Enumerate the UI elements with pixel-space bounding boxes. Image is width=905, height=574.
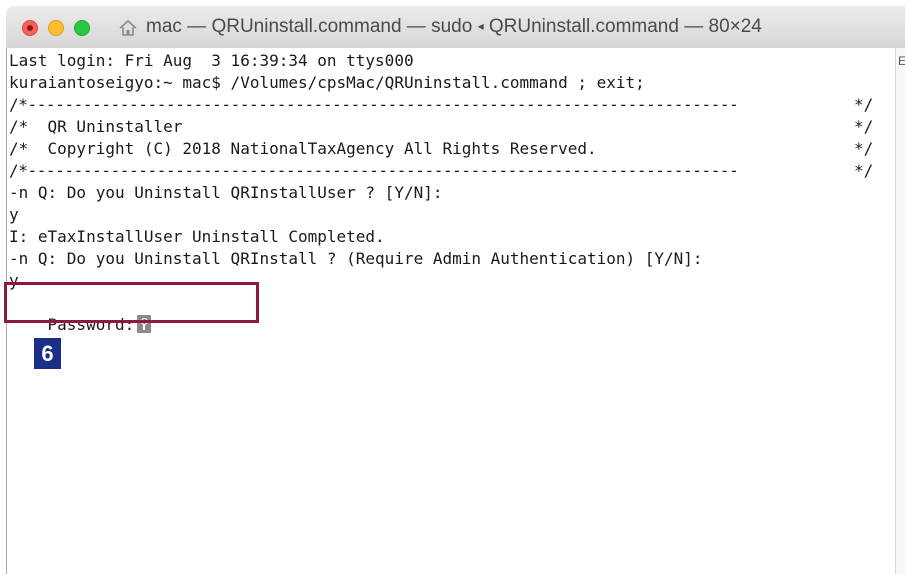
step-number-badge: 6 bbox=[34, 338, 61, 369]
banner-right-border-top: */ bbox=[854, 95, 874, 114]
scrollbar-mark: E bbox=[898, 54, 905, 68]
zoom-window-button[interactable] bbox=[74, 20, 90, 36]
password-highlight-box bbox=[4, 282, 259, 323]
banner-right-border-bottom: */ bbox=[854, 161, 874, 180]
banner-right-border-title: */ bbox=[854, 117, 874, 136]
window-title: mac — QRUninstall.command — sudo ◂ QRUni… bbox=[146, 16, 762, 38]
home-icon bbox=[119, 19, 137, 36]
minimize-window-button[interactable] bbox=[48, 20, 64, 36]
title-separator: ◂ bbox=[477, 19, 484, 33]
terminal-line-answer-1: y bbox=[9, 205, 19, 224]
title-bar[interactable]: mac — QRUninstall.command — sudo ◂ QRUni… bbox=[6, 6, 905, 49]
terminal-line-question-2: -n Q: Do you Uninstall QRInstall ? (Requ… bbox=[9, 249, 703, 268]
terminal-line-banner-bottom: /*--------------------------------------… bbox=[9, 161, 739, 180]
window-title-suffix: QRUninstall.command — 80×24 bbox=[488, 16, 762, 37]
terminal-line-command: kuraiantoseigyo:~ mac$ /Volumes/cpsMac/Q… bbox=[9, 73, 645, 92]
terminal-line-banner-top: /*--------------------------------------… bbox=[9, 95, 739, 114]
close-window-button[interactable] bbox=[22, 20, 38, 36]
terminal-line-banner-title: /* QR Uninstaller bbox=[9, 117, 183, 136]
terminal-line-banner-copyright: /* Copyright (C) 2018 NationalTaxAgency … bbox=[9, 139, 597, 158]
banner-right-border-copyright: */ bbox=[854, 139, 874, 158]
terminal-line-completed: I: eTaxInstallUser Uninstall Completed. bbox=[9, 227, 385, 246]
window-title-prefix: mac — QRUninstall.command — sudo bbox=[146, 16, 473, 37]
terminal-scrollbar[interactable]: E bbox=[895, 48, 905, 574]
terminal-line-question-1: -n Q: Do you Uninstall QRInstallUser ? [… bbox=[9, 183, 443, 202]
terminal-line-last-login: Last login: Fri Aug 3 16:39:34 on ttys00… bbox=[9, 51, 414, 70]
terminal-window: mac — QRUninstall.command — sudo ◂ QRUni… bbox=[0, 0, 905, 574]
